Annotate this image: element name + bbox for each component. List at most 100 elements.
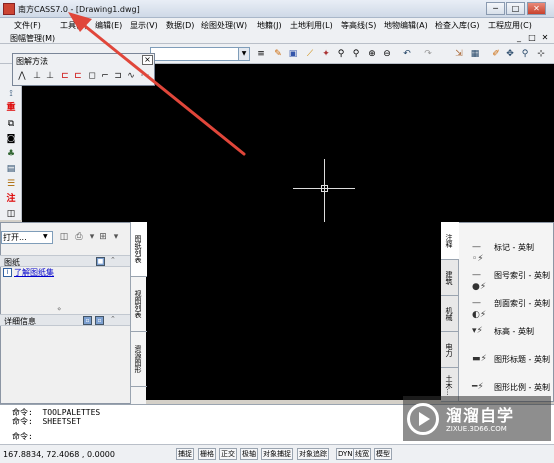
- view-options-icon[interactable]: ⊞: [97, 232, 109, 243]
- tab-annotation[interactable]: 注释: [441, 222, 459, 260]
- snap-icon[interactable]: ⊹: [535, 48, 547, 60]
- sheet-set-tabs: 图纸列表 视图列表 资源图形: [130, 222, 147, 404]
- tab-resource-drawings[interactable]: 资源图形: [131, 332, 147, 387]
- grid-icon[interactable]: ▦: [469, 48, 481, 60]
- app-icon[interactable]: [3, 3, 15, 15]
- polyline-icon[interactable]: ⋀: [16, 71, 28, 82]
- step-icon[interactable]: ⊐: [112, 71, 124, 82]
- wall-icon[interactable]: ⊏: [59, 71, 71, 82]
- more-icon[interactable]: ⋯: [139, 71, 151, 82]
- corner-icon[interactable]: ⌐: [99, 71, 111, 82]
- menu-contour[interactable]: 等高线(S): [341, 20, 376, 31]
- dropdown-icon[interactable]: ▾: [110, 232, 122, 243]
- frame-icon[interactable]: ◫: [5, 208, 17, 220]
- tool-item[interactable]: —◐⚡ 剖面索引 - 英制: [472, 296, 554, 320]
- publish-icon[interactable]: ⎙: [73, 232, 85, 243]
- chevron-down-icon[interactable]: ▼: [238, 48, 249, 60]
- rect-icon[interactable]: ⊏: [72, 71, 84, 82]
- zoom-icon[interactable]: ⚲: [519, 48, 531, 60]
- menu-tools[interactable]: 工具(T): [60, 20, 87, 31]
- tree-icon[interactable]: ♣: [5, 148, 17, 160]
- tab-electrical[interactable]: 电力: [441, 332, 459, 368]
- tab-view-list[interactable]: 视图列表: [131, 277, 147, 332]
- menu-sheet-management[interactable]: 图幅管理(M): [10, 33, 55, 44]
- box-icon[interactable]: ◻: [86, 71, 98, 82]
- floating-toolbar-close-button[interactable]: ×: [142, 55, 153, 65]
- redo-icon[interactable]: ↷: [422, 48, 434, 60]
- toggle-icon[interactable]: ■: [96, 257, 105, 266]
- heavy-icon[interactable]: 重: [5, 102, 17, 114]
- zoom-realtime-icon[interactable]: ⚲: [335, 48, 347, 60]
- tab-sheet-list[interactable]: 图纸列表: [131, 222, 147, 277]
- dyn-toggle[interactable]: DYN: [336, 448, 355, 460]
- floating-toolbar[interactable]: 图解方法 × ⋀ ⊥ ⊥ ⊏ ⊏ ◻ ⌐ ⊐ ∿ ⋯: [12, 53, 155, 86]
- maximize-button[interactable]: □: [506, 2, 525, 15]
- zoom-out-icon[interactable]: ⊖: [381, 48, 393, 60]
- double-line-icon[interactable]: ⊥: [31, 71, 43, 82]
- brush-icon[interactable]: ✐: [490, 48, 502, 60]
- osnap-toggle[interactable]: 对象捕捉: [261, 448, 293, 460]
- line-icon[interactable]: ⟋: [304, 48, 316, 60]
- tool-item[interactable]: —◦⚡ 标记 - 英制: [472, 240, 554, 264]
- ruler-icon[interactable]: ☰: [5, 178, 17, 190]
- lineweight-toggle[interactable]: 线宽: [353, 448, 371, 460]
- snap-toggle[interactable]: 捕捉: [176, 448, 194, 460]
- camera-icon[interactable]: ◙: [5, 133, 17, 145]
- undo-icon[interactable]: ↶: [401, 48, 413, 60]
- menu-landuse[interactable]: 土地利用(L): [290, 20, 333, 31]
- menu-check[interactable]: 检查入库(G): [435, 20, 479, 31]
- chevron-down-icon[interactable]: ▼: [43, 233, 48, 240]
- menu-engineering[interactable]: 工程应用(C): [488, 20, 532, 31]
- tool-item[interactable]: —●⚡ 图号索引 - 英制: [472, 268, 554, 292]
- collapse-icon[interactable]: ⌃: [110, 315, 120, 325]
- menu-drawing[interactable]: 绘图处理(W): [201, 20, 247, 31]
- annotate-icon[interactable]: 注: [5, 193, 17, 205]
- minimize-button[interactable]: ─: [486, 2, 505, 15]
- menu-view[interactable]: 显示(V): [130, 20, 158, 31]
- layer-icon[interactable]: ≡: [255, 48, 267, 60]
- wave-icon[interactable]: ∿: [125, 71, 137, 82]
- offset-line-icon[interactable]: ⊥: [44, 71, 56, 82]
- doc-restore-button[interactable]: □: [527, 33, 537, 43]
- pan-icon[interactable]: ✥: [504, 48, 516, 60]
- model-toggle[interactable]: 模型: [374, 448, 392, 460]
- details-view-icon[interactable]: ▫: [83, 316, 92, 325]
- save-icon[interactable]: ▣: [287, 48, 299, 60]
- building-icon[interactable]: ▤: [5, 163, 17, 175]
- doc-close-button[interactable]: ✕: [540, 33, 550, 43]
- menu-edit[interactable]: 编辑(E): [95, 20, 122, 31]
- otrack-toggle[interactable]: 对象追踪: [297, 448, 329, 460]
- sheet-set-icon[interactable]: ◫: [58, 232, 70, 243]
- zoom-in-icon[interactable]: ⊕: [366, 48, 378, 60]
- menu-feature-edit[interactable]: 地物编辑(A): [384, 20, 428, 31]
- ortho-toggle[interactable]: 正交: [219, 448, 237, 460]
- tab-architecture[interactable]: 建筑: [441, 260, 459, 296]
- learn-sheet-set-link[interactable]: 了解图纸集: [14, 267, 54, 278]
- pen-icon[interactable]: ✎: [272, 48, 284, 60]
- tab-mechanical[interactable]: 机械: [441, 296, 459, 332]
- close-button[interactable]: ✕: [527, 2, 546, 15]
- menu-file[interactable]: 文件(F): [14, 20, 41, 31]
- polar-toggle[interactable]: 极轴: [240, 448, 258, 460]
- details-section-header[interactable]: 详细信息 ▫ ▫ ⌃: [0, 314, 130, 326]
- doc-minimize-button[interactable]: _: [514, 33, 524, 43]
- tool-item[interactable]: ▾⚡ 标高 - 英制: [472, 324, 554, 338]
- watermark-title: 溜溜自学: [446, 406, 515, 425]
- sheets-section-header[interactable]: 图纸 ■ ⌃: [0, 255, 130, 267]
- preview-icon[interactable]: ▫: [95, 316, 104, 325]
- scale-bar-icon: ━⚡: [472, 382, 484, 392]
- zoom-window-icon[interactable]: ⚲: [350, 48, 362, 60]
- tool-item[interactable]: ▬⚡ 图形标题 - 英制: [472, 352, 554, 366]
- copy-icon[interactable]: ⧉: [5, 118, 17, 130]
- command-prompt[interactable]: 命令:: [12, 431, 33, 442]
- fix-icon[interactable]: ⟟: [5, 88, 17, 100]
- menu-cadastre[interactable]: 地籍(J): [257, 20, 282, 31]
- splitter-grip-icon[interactable]: ⋄: [57, 305, 61, 313]
- arc-icon[interactable]: ✦: [320, 48, 332, 60]
- stretch-icon[interactable]: ⇲: [453, 48, 465, 60]
- tool-item[interactable]: ━⚡ 图形比例 - 英制: [472, 380, 554, 394]
- layer-combo[interactable]: ▼: [150, 47, 250, 61]
- collapse-icon[interactable]: ⌃: [110, 256, 120, 266]
- grid-toggle[interactable]: 栅格: [198, 448, 216, 460]
- menu-data[interactable]: 数据(D): [166, 20, 194, 31]
